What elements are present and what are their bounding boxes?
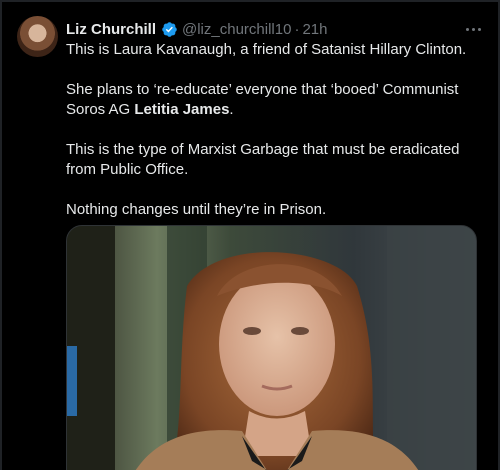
photo-content xyxy=(67,226,476,470)
verified-badge-icon[interactable] xyxy=(161,21,178,38)
tweet-paragraph-3: This is the type of Marxist Garbage that… xyxy=(66,141,460,178)
more-options-icon[interactable] xyxy=(462,18,484,40)
separator-dot: · xyxy=(294,20,300,38)
avatar[interactable] xyxy=(17,16,58,57)
mention-letitia-james: Letitia James xyxy=(134,101,230,118)
tweet-text: This is Laura Kavanaugh, a friend of Sat… xyxy=(66,40,482,240)
tweet-paragraph-4: Nothing changes until they’re in Prison. xyxy=(66,201,327,218)
tweet-paragraph-2: She plans to ‘re-educate’ everyone that … xyxy=(66,81,459,118)
tweet-header: Liz Churchill @liz_churchill10 · 21h xyxy=(66,18,484,40)
tweet-paragraph-1: This is Laura Kavanaugh, a friend of Sat… xyxy=(66,41,467,58)
timestamp[interactable]: 21h xyxy=(302,21,327,38)
tweet-container: Liz Churchill @liz_churchill10 · 21h Thi… xyxy=(0,0,500,470)
user-handle[interactable]: @liz_churchill10 xyxy=(182,21,291,38)
tweet-photo[interactable] xyxy=(66,225,477,470)
display-name[interactable]: Liz Churchill xyxy=(66,21,156,38)
